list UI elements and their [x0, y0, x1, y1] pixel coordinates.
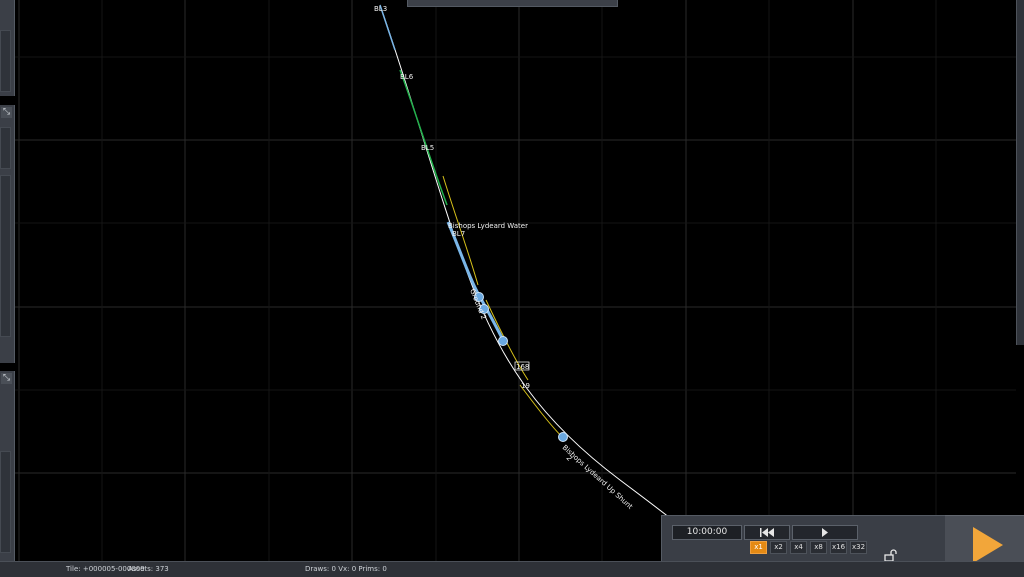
speed-x1[interactable]: x1 [750, 541, 767, 554]
marker-label: 168 [516, 363, 529, 371]
rewind-button[interactable] [744, 525, 790, 540]
marker-label: BL5 [421, 144, 434, 152]
marker-label: BL6 [400, 73, 414, 81]
station-label: Bishops Lydeard Water [448, 222, 528, 230]
marker-label: BL3 [374, 5, 387, 13]
asset-count: Assets: 373 [128, 565, 169, 573]
speed-x2[interactable]: x2 [770, 541, 787, 554]
track-node [558, 432, 568, 442]
marker-label: 19 [521, 382, 530, 390]
top-toolbar[interactable] [407, 0, 618, 7]
track-node [498, 336, 508, 346]
speed-x16[interactable]: x16 [830, 541, 847, 554]
left-panel-bottom[interactable]: ⤡ [0, 371, 15, 561]
time-display[interactable]: 10:00:00 [672, 525, 742, 540]
status-bar: Tile: +000005-000009 Assets: 373 Draws: … [0, 561, 1024, 577]
play-large-icon[interactable] [967, 525, 1007, 565]
speed-selector: x1 x2 x4 x8 x16 x32 [750, 541, 867, 554]
drive-panel [945, 515, 1024, 566]
play-icon [822, 528, 828, 537]
speed-x8[interactable]: x8 [810, 541, 827, 554]
play-button[interactable] [792, 525, 858, 540]
right-panel-strip[interactable] [1016, 0, 1024, 345]
left-panel-top[interactable] [0, 0, 15, 96]
left-panel-middle[interactable]: ⤡ [0, 105, 15, 363]
marker-label: BL7 [452, 230, 465, 238]
move-icon[interactable]: ⤡ [1, 373, 12, 384]
move-icon[interactable]: ⤡ [1, 107, 12, 118]
render-stats: Draws: 0 Vx: 0 Prims: 0 [305, 565, 387, 573]
playback-panel: 10:00:00 x1 x2 x4 x8 x16 x32 [661, 515, 869, 562]
speed-x4[interactable]: x4 [790, 541, 807, 554]
yellow-track-3 [519, 384, 566, 441]
signal-label: 2 [564, 454, 573, 463]
lock-panel [867, 515, 945, 566]
skip-back-icon [760, 528, 774, 537]
shunt-label: Bishops Lydeard Up Shunt [561, 444, 635, 511]
green-track [399, 69, 448, 206]
blue-track [446, 221, 506, 343]
map-viewport[interactable]: BL3 BL6 BL5 BL7 Bishops Lydeard Water 16… [0, 0, 1024, 576]
speed-x32[interactable]: x32 [850, 541, 867, 554]
